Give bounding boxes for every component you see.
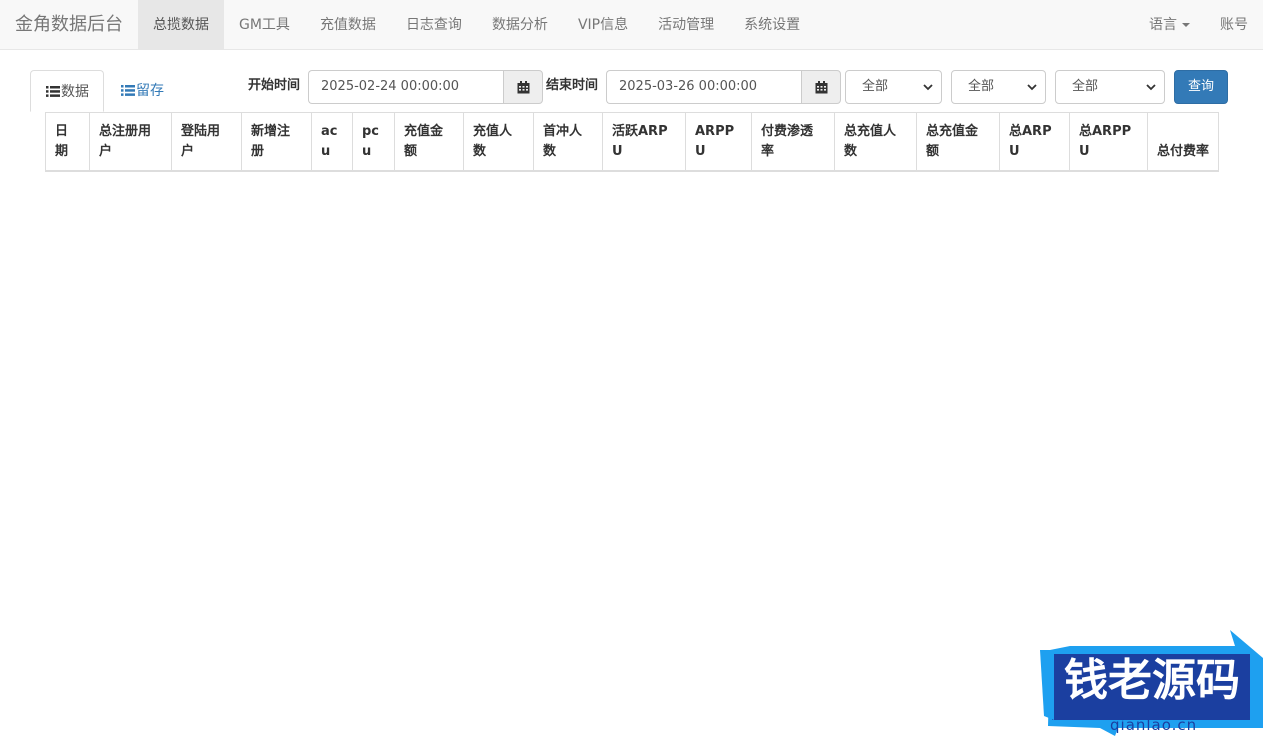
col-total-arpu[interactable]: 总ARPU	[999, 112, 1070, 172]
watermark-title: 钱老源码	[1064, 655, 1240, 706]
nav-activity-management[interactable]: 活动管理	[643, 0, 729, 50]
nav-log-query[interactable]: 日志查询	[391, 0, 477, 50]
end-calendar-button[interactable]	[801, 70, 841, 104]
list-icon	[121, 85, 135, 96]
brand-title[interactable]: 金角数据后台	[15, 0, 123, 50]
table-header-row: 日期 总注册用户 登陆用户 新增注册 acu pcu 充值金额 充值人数 首冲人…	[45, 112, 1219, 172]
col-pay-penetration[interactable]: 付费渗透率	[751, 112, 835, 172]
tab-retention[interactable]: 留存	[106, 70, 164, 112]
col-total-recharge-users[interactable]: 总充值人数	[834, 112, 917, 172]
watermark-url: qianlao.cn	[1110, 716, 1198, 734]
chevron-down-icon	[923, 84, 933, 91]
col-recharge-users[interactable]: 充值人数	[463, 112, 534, 172]
col-first-recharge-users[interactable]: 首冲人数	[533, 112, 603, 172]
col-total-pay-rate[interactable]: 总付费率	[1147, 112, 1219, 172]
end-time-group: 2025-03-26 00:00:00	[606, 70, 841, 104]
calendar-icon	[815, 80, 827, 93]
filter-select-2[interactable]: 全部	[951, 70, 1046, 104]
language-dropdown[interactable]: 语言	[1134, 0, 1205, 50]
chevron-down-icon	[1146, 84, 1156, 91]
end-time-label: 结束时间	[546, 78, 599, 93]
calendar-icon	[517, 80, 529, 93]
top-navbar: 金角数据后台 总揽数据 GM工具 充值数据 日志查询 数据分析 VIP信息 活动…	[0, 0, 1263, 50]
nav-gm-tools[interactable]: GM工具	[224, 0, 305, 50]
nav-recharge-data[interactable]: 充值数据	[305, 0, 391, 50]
end-time-input[interactable]: 2025-03-26 00:00:00	[606, 70, 801, 104]
start-time-label: 开始时间	[248, 78, 301, 93]
tab-data[interactable]: 数据	[30, 70, 104, 112]
filter-select-3[interactable]: 全部	[1055, 70, 1165, 104]
filter-select-1-value: 全部	[862, 79, 889, 94]
nav-right: 语言 账号	[1134, 0, 1263, 50]
view-tabs: 数据 留存	[30, 70, 230, 112]
start-time-input[interactable]: 2025-02-24 00:00:00	[308, 70, 503, 104]
chevron-down-icon	[1027, 84, 1037, 91]
col-date[interactable]: 日期	[45, 112, 90, 172]
nav-overview[interactable]: 总揽数据	[138, 0, 224, 50]
col-login-users[interactable]: 登陆用户	[171, 112, 242, 172]
col-total-arppu[interactable]: 总ARPPU	[1069, 112, 1148, 172]
list-icon	[46, 86, 60, 97]
tab-retention-label: 留存	[136, 83, 164, 99]
col-new-registrations[interactable]: 新增注册	[241, 112, 312, 172]
data-table-wrapper: 日期 总注册用户 登陆用户 新增注册 acu pcu 充值金额 充值人数 首冲人…	[45, 112, 1219, 172]
tab-data-label: 数据	[61, 84, 89, 100]
col-active-arpu[interactable]: 活跃ARPU	[602, 112, 686, 172]
filter-select-2-value: 全部	[968, 79, 995, 94]
col-acu[interactable]: acu	[311, 112, 353, 172]
main-nav: 总揽数据 GM工具 充值数据 日志查询 数据分析 VIP信息 活动管理 系统设置	[138, 0, 815, 50]
nav-vip-info[interactable]: VIP信息	[563, 0, 643, 50]
col-total-registered[interactable]: 总注册用户	[89, 112, 172, 172]
start-calendar-button[interactable]	[503, 70, 543, 104]
language-label: 语言	[1149, 17, 1177, 33]
data-table: 日期 总注册用户 登陆用户 新增注册 acu pcu 充值金额 充值人数 首冲人…	[45, 112, 1219, 172]
query-button[interactable]: 查询	[1174, 70, 1228, 104]
start-time-group: 2025-02-24 00:00:00	[308, 70, 543, 104]
col-arppu[interactable]: ARPPU	[685, 112, 752, 172]
nav-data-analysis[interactable]: 数据分析	[477, 0, 563, 50]
filter-select-3-value: 全部	[1072, 79, 1099, 94]
col-pcu[interactable]: pcu	[352, 112, 395, 172]
account-link[interactable]: 账号	[1205, 0, 1263, 50]
watermark-logo: 钱老源码 qianlao.cn	[1040, 628, 1263, 736]
filter-select-1[interactable]: 全部	[845, 70, 942, 104]
caret-down-icon	[1182, 23, 1190, 27]
col-recharge-amount[interactable]: 充值金额	[394, 112, 464, 172]
col-total-recharge-amount[interactable]: 总充值金额	[916, 112, 1000, 172]
nav-system-settings[interactable]: 系统设置	[729, 0, 815, 50]
